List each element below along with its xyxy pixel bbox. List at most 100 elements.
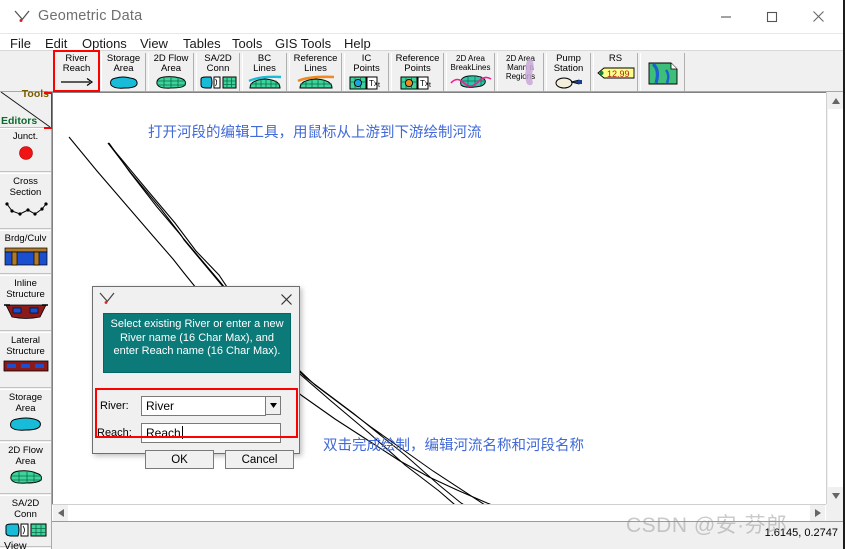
reach-input-value: Reach: [146, 426, 181, 440]
editor-button-cross-section[interactable]: Cross Section: [0, 173, 51, 229]
ok-button[interactable]: OK: [145, 450, 214, 469]
editor-label: Brdg/Culv: [4, 233, 47, 244]
editor-button-junction[interactable]: Junct.: [0, 128, 51, 172]
toolbar-label: Points: [353, 63, 380, 74]
editor-label: Conn: [14, 509, 37, 520]
toolbar-label: Lines: [253, 63, 276, 74]
toolbar-label: Reach: [62, 63, 91, 74]
scroll-up-icon[interactable]: [827, 92, 844, 109]
toolbar-button-background-map[interactable]: [640, 53, 685, 91]
river-dropdown-button[interactable]: [265, 396, 281, 415]
editor-button-2d-flow-area[interactable]: 2D Flow Area: [0, 442, 51, 494]
2d-flow-area-icon: [7, 469, 45, 490]
editor-label: Structure: [6, 289, 45, 300]
editor-label: Cross: [13, 176, 38, 187]
river-reach-icon: [98, 290, 116, 313]
toolbar-label: Area: [113, 63, 134, 74]
mann-n-regions-icon: [521, 57, 539, 91]
view-label: View: [4, 540, 27, 549]
toolbar-label: RS: [608, 53, 623, 64]
2d-flow-area-icon: [153, 75, 189, 91]
river-field-label: River:: [100, 400, 129, 412]
breaklines-icon: [449, 73, 493, 91]
status-bar: 1.6145, 0.2747: [52, 521, 843, 549]
bridge-culvert-icon: [4, 246, 48, 271]
editor-label: Structure: [6, 346, 45, 357]
ic-points-icon: Tx t: [348, 75, 386, 91]
scroll-left-icon[interactable]: [53, 505, 68, 521]
svg-text:t: t: [378, 82, 380, 89]
vertical-scrollbar[interactable]: [826, 92, 844, 504]
window-title: Geometric Data: [38, 8, 143, 24]
editors-label: Editors: [1, 115, 38, 127]
toolbar-button-ic-points[interactable]: IC Points Tx t: [344, 53, 389, 91]
sa2d-conn-icon: [199, 75, 237, 91]
cross-section-icon: [4, 200, 48, 223]
toolbar-label: BreakLines: [450, 63, 491, 72]
coordinate-readout: 1.6145, 0.2747: [764, 527, 838, 539]
lateral-structure-icon: [3, 359, 49, 378]
svg-text:12.99: 12.99: [607, 69, 630, 79]
close-button[interactable]: [795, 0, 841, 33]
reference-lines-icon: [296, 75, 336, 91]
toolbar-button-river-reach[interactable]: River Reach: [54, 53, 99, 91]
toolbar-button-2d-flow-area[interactable]: 2D Flow Area: [148, 53, 194, 91]
toolbar-label: Area: [160, 63, 182, 74]
dialog-close-button[interactable]: [276, 289, 296, 309]
pump-station-icon: [552, 75, 586, 91]
editor-label: Storage: [8, 392, 43, 403]
toolbar-button-reference-points[interactable]: Reference Points Tx t: [391, 53, 444, 91]
horizontal-scrollbar[interactable]: [52, 504, 826, 521]
minimize-button[interactable]: [703, 0, 749, 33]
toolbar-button-rs[interactable]: RS 12.99: [593, 53, 638, 91]
toolbar-button-2d-area-breaklines[interactable]: 2D Area BreakLines: [446, 53, 495, 91]
editor-button-storage-area[interactable]: Storage Area: [0, 389, 51, 441]
maximize-button[interactable]: [749, 0, 795, 33]
toolbar-label: Points: [404, 63, 431, 74]
editors-toolbar: Tools Editors Junct. Cross Section Brdg/…: [0, 88, 52, 549]
editor-label: Area: [15, 456, 36, 467]
toolbar-button-sa-2d-conn[interactable]: SA/2D Conn: [196, 53, 240, 91]
annotation-top: 打开河段的编辑工具，用鼠标从上游到下游绘制河流: [148, 125, 482, 141]
text-caret: [181, 426, 183, 439]
toolbar-button-2d-area-mann-n-regions[interactable]: 2D Area Mann n Regions: [497, 53, 544, 91]
map-layer-icon: [648, 61, 678, 90]
editor-button-bridge-culvert[interactable]: Brdg/Culv: [0, 230, 51, 274]
vscroll-track[interactable]: [828, 109, 843, 487]
scrollbar-corner: [826, 504, 843, 521]
cancel-button[interactable]: Cancel: [225, 450, 294, 469]
arrow-right-icon: [59, 75, 95, 91]
editor-label: Section: [9, 187, 42, 198]
scroll-down-icon[interactable]: [827, 487, 844, 504]
editor-button-lateral-structure[interactable]: Lateral Structure: [0, 332, 51, 388]
toolbar-label: 2D Area: [456, 54, 485, 63]
toolbar-label: Conn: [206, 63, 230, 74]
annotation-bottom: 双击完成绘制，编辑河流名称和河段名称: [323, 438, 584, 454]
dialog-titlebar: [93, 287, 299, 311]
storage-area-icon: [7, 416, 45, 437]
toolbar-button-pump-station[interactable]: Pump Station: [546, 53, 591, 91]
toolbar-label: Station: [553, 63, 584, 74]
reference-points-icon: Tx t: [398, 75, 438, 91]
reach-field-label: Reach:: [97, 427, 132, 439]
editor-label: Inline: [14, 278, 37, 289]
junction-dot-icon: [17, 144, 35, 167]
reach-input[interactable]: Reach: [141, 423, 281, 443]
scroll-right-icon[interactable]: [810, 505, 825, 521]
svg-text:Tx: Tx: [369, 79, 378, 88]
inline-structure-icon: [3, 302, 48, 325]
toolbar-button-reference-lines[interactable]: Reference Lines: [289, 53, 342, 91]
dialog-message: Select existing River or enter a new Riv…: [103, 313, 291, 373]
river-reach-icon: [12, 7, 32, 27]
editor-label: 2D Flow: [8, 445, 43, 456]
editor-label: SA/2D: [11, 498, 40, 509]
editor-label: Area: [15, 403, 36, 414]
editor-button-inline-structure[interactable]: Inline Structure: [0, 275, 51, 331]
geometric-data-window: Geometric Data File Edit Options View Ta…: [0, 0, 845, 549]
river-input[interactable]: River: [141, 396, 266, 416]
toolbar-button-bc-lines[interactable]: BC Lines: [242, 53, 287, 91]
window-titlebar: Geometric Data: [0, 0, 845, 34]
editor-label: Junct.: [12, 131, 39, 142]
toolbar-button-storage-area[interactable]: Storage Area: [101, 53, 146, 91]
bc-lines-icon: [247, 75, 283, 91]
